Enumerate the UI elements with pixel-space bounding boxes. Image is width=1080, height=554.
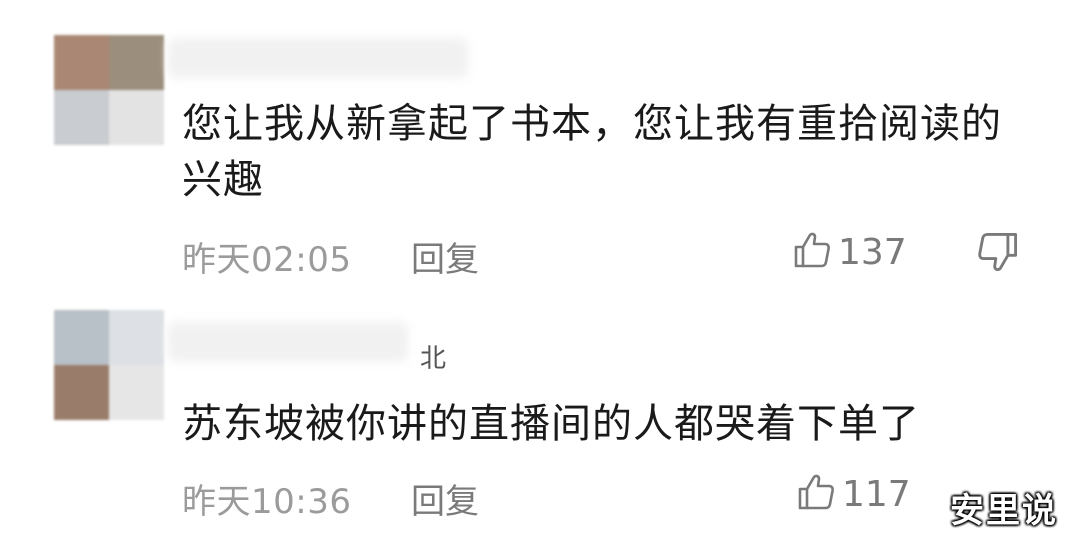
thumbs-up-icon [796, 472, 836, 516]
avatar[interactable] [54, 35, 164, 145]
comment-text: 您让我从新拿起了书本，您让我有重拾阅读的兴趣 [182, 101, 1002, 203]
like-button[interactable]: 117 [796, 472, 911, 516]
comment-text: 苏东坡被你讲的直播间的人都哭着下单了 [182, 401, 920, 447]
comment-item: 北 苏东坡被你讲的直播间的人都哭着下单了 昨天10:36 回复 117 [0, 300, 1080, 554]
watermark: 安里说 [950, 491, 1058, 531]
comment-list: 您让我从新拿起了书本，您让我有重拾阅读的兴趣 昨天02:05 回复 137 北 … [0, 0, 1080, 554]
username-blurred[interactable] [168, 322, 408, 362]
comment-time: 昨天02:05 [182, 240, 352, 280]
like-count: 137 [838, 231, 907, 273]
reply-button[interactable]: 回复 [411, 232, 479, 281]
reply-button[interactable]: 回复 [411, 474, 479, 523]
username-blurred[interactable] [168, 38, 468, 78]
comment-time: 昨天10:36 [182, 482, 352, 522]
like-count: 117 [842, 473, 911, 515]
comment-item: 您让我从新拿起了书本，您让我有重拾阅读的兴趣 昨天02:05 回复 137 [0, 0, 1080, 300]
thumbs-down-icon[interactable] [976, 230, 1020, 274]
avatar[interactable] [54, 310, 164, 420]
like-button[interactable]: 137 [792, 230, 907, 274]
thumbs-up-icon [792, 230, 832, 274]
user-location: 北 [420, 344, 447, 374]
